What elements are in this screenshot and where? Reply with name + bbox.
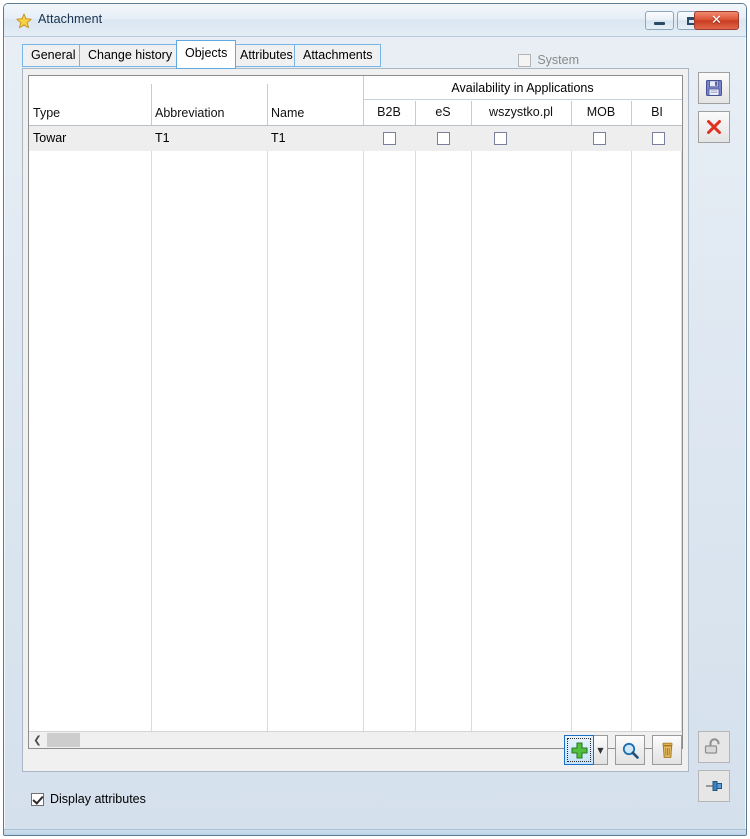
grid-header-wszystko[interactable]: wszystko.pl <box>471 100 571 124</box>
system-checkbox[interactable]: System <box>518 53 579 67</box>
grid-header-type[interactable]: Type <box>29 76 151 124</box>
window-title: Attachment <box>38 12 103 26</box>
pin-button[interactable] <box>698 770 730 802</box>
search-button[interactable] <box>615 735 645 765</box>
cell-type: Towar <box>33 131 67 145</box>
tab-attributes[interactable]: Attributes <box>231 44 302 67</box>
system-checkbox-label: System <box>537 53 579 67</box>
unlock-icon <box>704 738 720 754</box>
star-icon <box>16 13 32 29</box>
grid-column-line <box>631 126 632 732</box>
grid-column-line <box>681 126 682 732</box>
save-button[interactable] <box>698 72 730 104</box>
grid-header-separator[interactable] <box>631 101 632 125</box>
grid-column-line <box>571 126 572 732</box>
close-x-icon <box>707 120 721 134</box>
save-icon <box>706 80 722 96</box>
cell-checkbox-bi[interactable] <box>652 132 665 145</box>
tab-general[interactable]: General <box>22 44 85 67</box>
scroll-left-icon[interactable]: ❮ <box>29 732 46 748</box>
cell-checkbox-wszystko[interactable] <box>494 132 507 145</box>
tab-objects[interactable]: Objects <box>176 40 237 69</box>
grid-header-mob[interactable]: MOB <box>571 100 631 124</box>
grid-column-line <box>267 126 268 732</box>
system-checkbox-box[interactable] <box>518 53 532 67</box>
tab-change-history[interactable]: Change history <box>79 44 182 67</box>
row-background <box>29 126 363 151</box>
cell-checkbox-mob[interactable] <box>593 132 606 145</box>
display-attributes-label: Display attributes <box>50 792 146 806</box>
display-attributes-box[interactable] <box>31 792 44 806</box>
trash-icon <box>662 742 672 758</box>
grid-body[interactable]: Towar T1 T1 <box>29 126 682 732</box>
grid-header-separator[interactable] <box>571 101 572 125</box>
scrollbar-thumb[interactable] <box>47 733 80 747</box>
add-split-button[interactable]: ▼ <box>564 735 608 765</box>
minimize-button[interactable] <box>645 11 674 30</box>
grid-group-header-availability: Availability in Applications <box>363 76 682 100</box>
search-icon <box>622 742 639 759</box>
grid-column-line <box>151 126 152 732</box>
cell-name: T1 <box>271 131 286 145</box>
status-strip <box>4 829 746 835</box>
title-bar: Attachment ✕ <box>4 4 746 37</box>
delete-button[interactable] <box>652 735 682 765</box>
close-button[interactable]: ✕ <box>694 11 739 30</box>
cell-abbreviation: T1 <box>155 131 170 145</box>
lock-button[interactable] <box>698 731 730 763</box>
objects-grid[interactable]: Availability in Applications Type Abbrev… <box>28 75 683 749</box>
table-row[interactable]: Towar T1 T1 <box>29 126 682 151</box>
grid-header: Availability in Applications Type Abbrev… <box>29 76 682 126</box>
objects-panel: Availability in Applications Type Abbrev… <box>22 68 689 772</box>
grid-header-separator[interactable] <box>267 84 268 125</box>
grid-header-b2b[interactable]: B2B <box>363 100 415 124</box>
cancel-button[interactable] <box>698 111 730 143</box>
dialog-window: Attachment ✕ General Change history Obje… <box>3 3 747 836</box>
pin-icon <box>706 781 722 791</box>
cell-checkbox-es[interactable] <box>437 132 450 145</box>
grid-header-separator[interactable] <box>363 76 364 125</box>
grid-header-name[interactable]: Name <box>267 76 363 124</box>
grid-header-separator[interactable] <box>471 101 472 125</box>
grid-header-separator[interactable] <box>151 84 152 125</box>
grid-column-line <box>363 126 364 732</box>
grid-header-es[interactable]: eS <box>415 100 471 124</box>
tab-strip: General Change history Objects Attribute… <box>4 37 746 69</box>
add-button[interactable] <box>564 735 594 765</box>
plus-icon <box>570 741 588 759</box>
grid-toolbar: ▼ <box>564 733 682 767</box>
grid-column-line <box>415 126 416 732</box>
display-attributes-checkbox[interactable]: Display attributes <box>31 792 146 806</box>
grid-header-abbreviation[interactable]: Abbreviation <box>151 76 267 124</box>
tab-attachments[interactable]: Attachments <box>294 44 382 67</box>
grid-column-line <box>471 126 472 732</box>
grid-header-separator[interactable] <box>415 101 416 125</box>
minimize-icon <box>654 22 665 25</box>
grid-header-bi[interactable]: BI <box>631 100 682 124</box>
cell-checkbox-b2b[interactable] <box>383 132 396 145</box>
close-icon: ✕ <box>711 13 722 28</box>
add-dropdown-button[interactable]: ▼ <box>594 735 608 765</box>
row-background <box>471 126 571 151</box>
